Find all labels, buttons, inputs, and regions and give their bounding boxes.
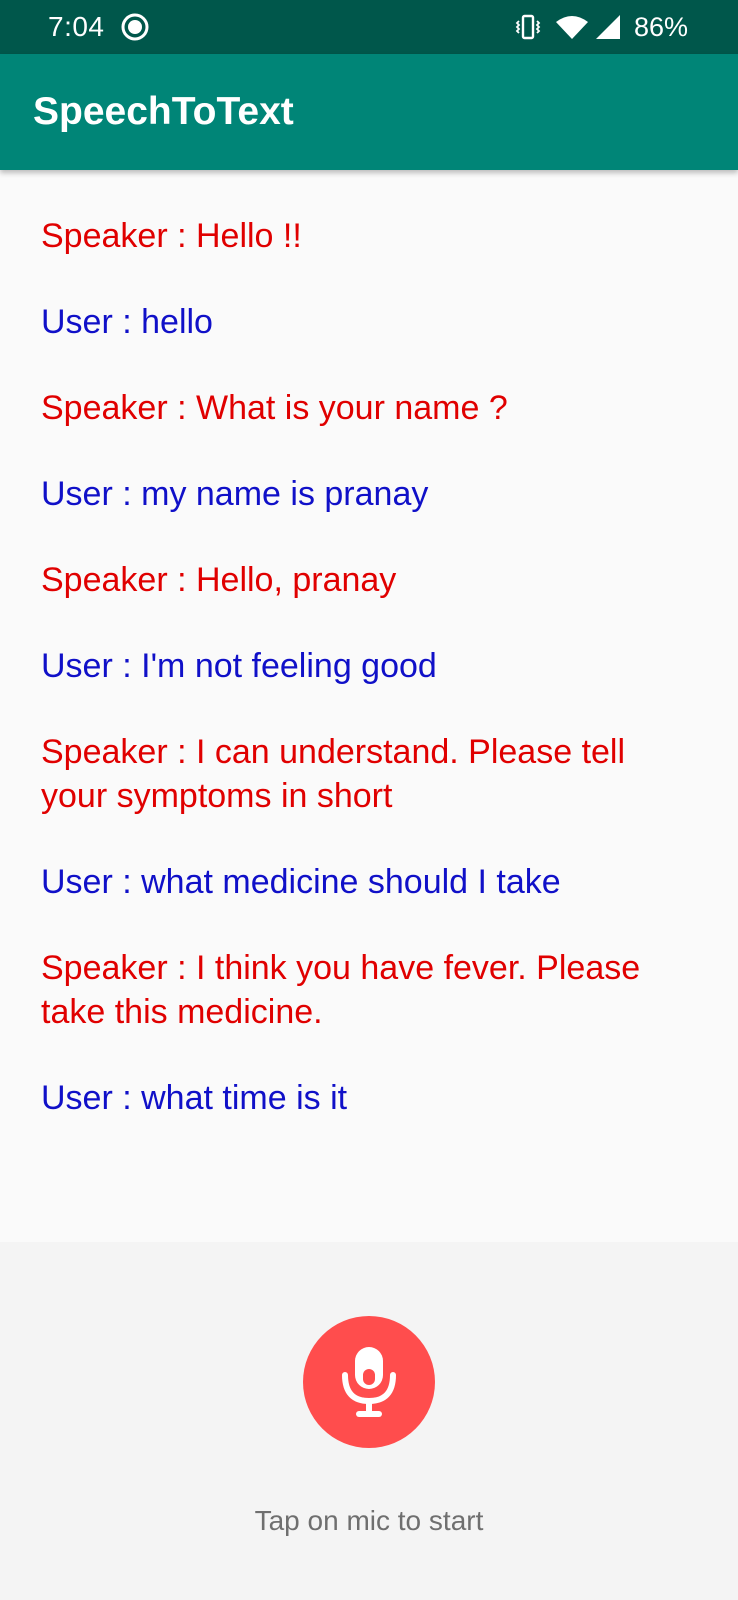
microphone-icon (342, 1347, 396, 1417)
battery-percentage: 86% (633, 12, 688, 42)
status-bar: 7:04 86% (0, 0, 738, 54)
app-title: SpeechToText (33, 90, 294, 133)
record-icon (120, 12, 150, 42)
user-message: User : what time is it (41, 1079, 348, 1117)
wifi-icon (554, 13, 590, 41)
conversation-list: Speaker : Hello !! User : hello Speaker … (41, 214, 691, 1162)
speaker-message: Speaker : Hello, pranay (41, 561, 397, 599)
user-message: User : I'm not feeling good (41, 647, 437, 685)
mic-panel: Tap on mic to start (0, 1242, 738, 1600)
mic-button[interactable] (303, 1316, 435, 1448)
status-time: 7:04 (48, 11, 105, 42)
mic-hint: Tap on mic to start (254, 1505, 484, 1536)
app-bar: SpeechToText (0, 54, 738, 170)
user-message: User : my name is pranay (41, 475, 429, 513)
user-message: User : what medicine should I take (41, 863, 561, 901)
speaker-message: Speaker : I think you have fever. Please… (41, 949, 641, 1031)
speaker-message: Speaker : I can understand. Please tell … (41, 733, 626, 815)
signal-icon (592, 13, 622, 41)
speaker-message: Speaker : What is your name ? (41, 389, 508, 427)
speaker-message: Speaker : Hello !! (41, 217, 302, 255)
user-message: User : hello (41, 303, 213, 341)
vibrate-icon (514, 13, 542, 41)
status-icons: 86% (514, 10, 688, 44)
